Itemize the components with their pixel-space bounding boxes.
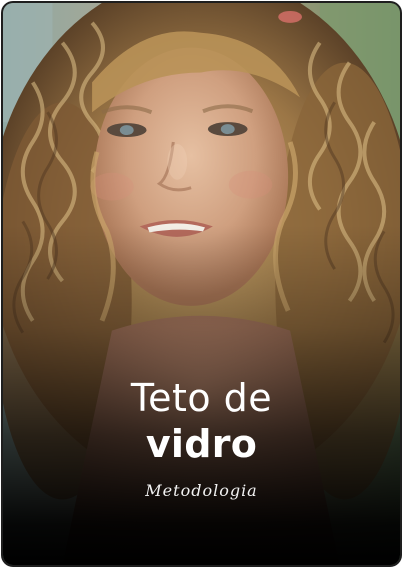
card-subtitle: Metodologia — [145, 481, 258, 500]
card-title-line2: vidro — [145, 422, 258, 466]
card-title-line1: Teto de — [130, 376, 273, 420]
card-caption: Teto de vidro Metodologia — [3, 375, 400, 500]
story-card[interactable]: Teto de vidro Metodologia — [1, 1, 402, 567]
